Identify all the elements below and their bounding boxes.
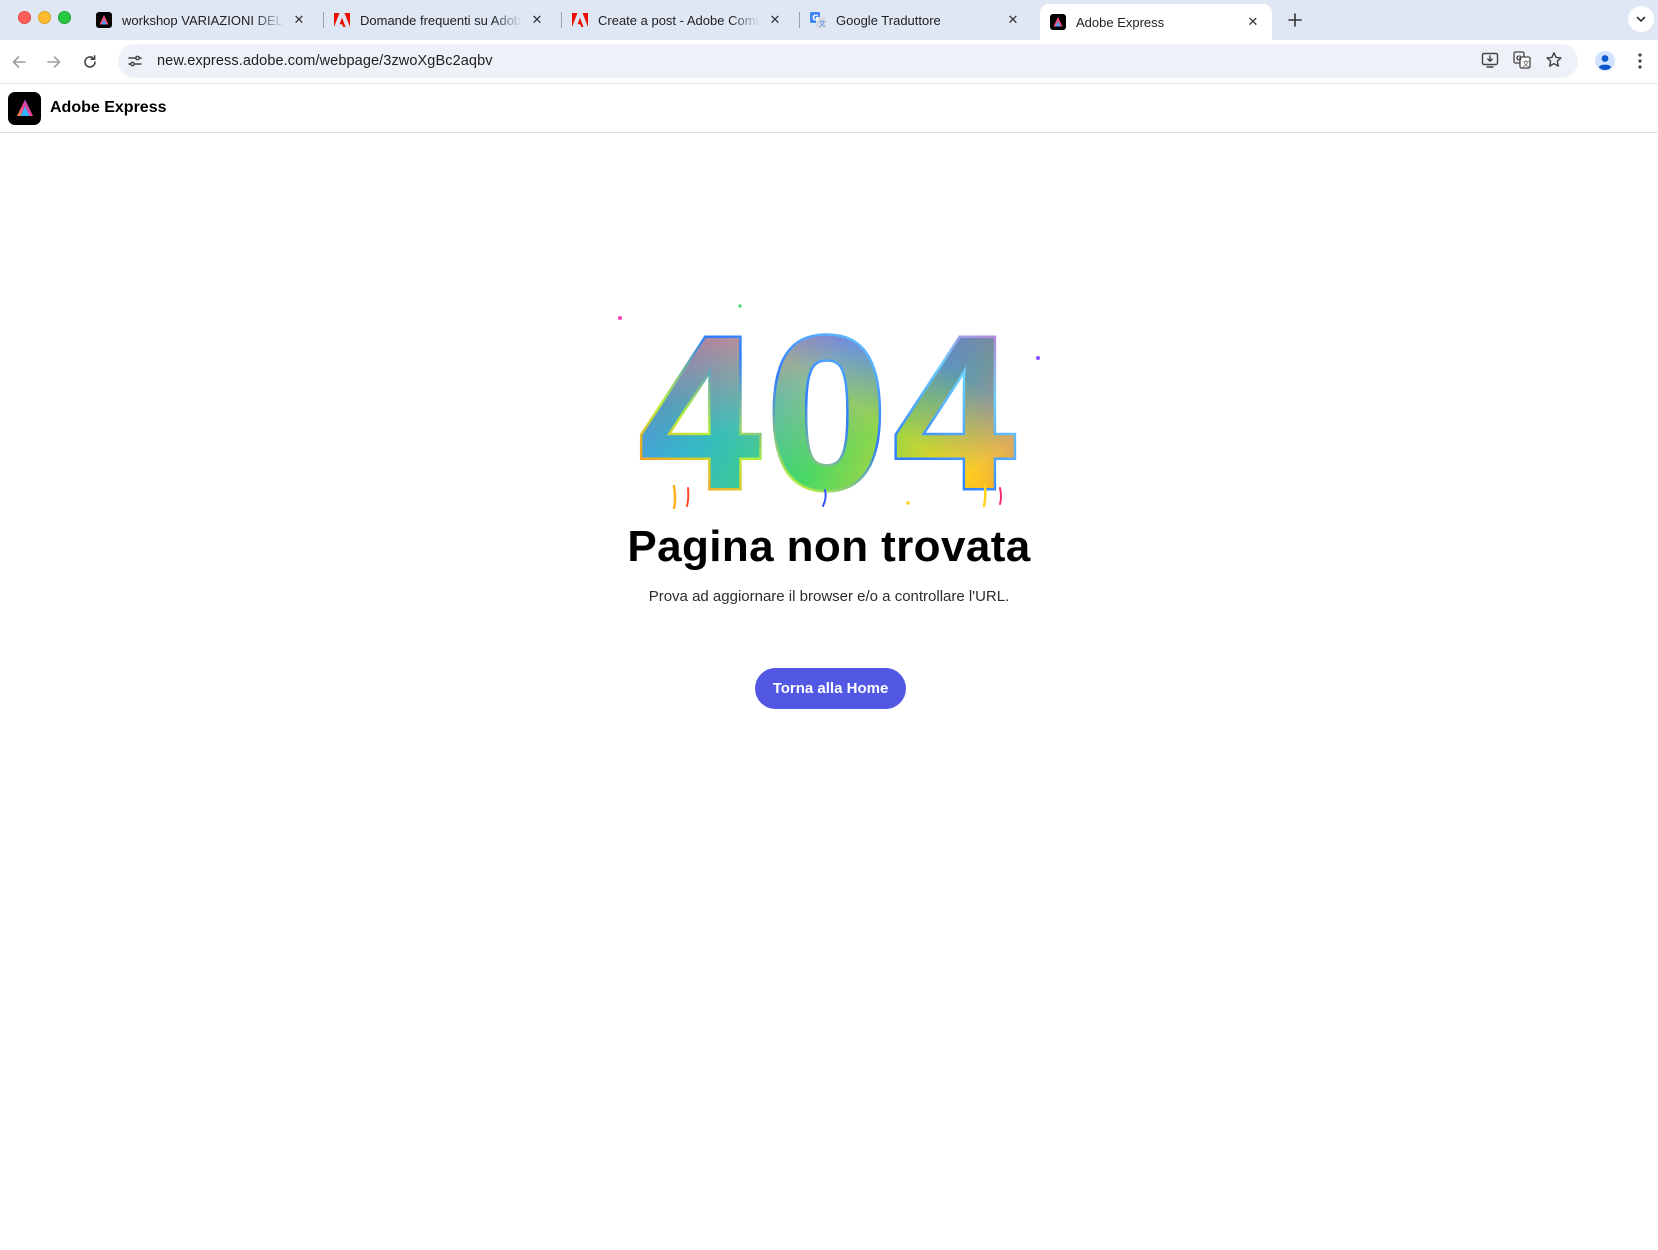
window-maximize-button[interactable] <box>58 11 71 24</box>
profile-avatar-icon[interactable] <box>1591 47 1619 75</box>
site-info-tune-icon[interactable] <box>120 46 150 76</box>
bookmark-star-icon[interactable] <box>1540 46 1568 74</box>
browser-tab-strip: workshop VARIAZIONI DEL PA ✕ Domande fre… <box>0 0 1658 40</box>
browser-menu-icon[interactable] <box>1627 47 1653 75</box>
svg-text:文: 文 <box>1522 59 1529 68</box>
browser-tab[interactable]: Create a post - Adobe Comm ✕ <box>562 4 794 36</box>
error-code-illustration: 404 404 <box>590 290 1070 538</box>
adobe-express-icon <box>1050 14 1066 30</box>
site-header: Adobe Express <box>0 84 1658 133</box>
window-minimize-button[interactable] <box>38 11 51 24</box>
tab-close-icon[interactable]: ✕ <box>766 11 784 29</box>
error-code-overlay: 404 <box>639 298 1021 520</box>
tab-search-chevron-down-icon[interactable] <box>1628 6 1654 32</box>
tab-close-icon[interactable]: ✕ <box>528 11 546 29</box>
tab-title: Google Traduttore <box>836 12 941 28</box>
reload-icon[interactable] <box>76 48 104 76</box>
adobe-icon <box>572 12 588 28</box>
page-title: Pagina non trovata <box>627 522 1031 571</box>
browser-tab-active[interactable]: Adobe Express ✕ <box>1040 4 1272 40</box>
tab-title: workshop VARIAZIONI DEL PA <box>122 12 284 28</box>
browser-tab[interactable]: Domande frequenti su Adobe ✕ <box>324 4 556 36</box>
svg-text:G: G <box>1516 55 1522 63</box>
back-home-button[interactable]: Torna alla Home <box>755 668 906 709</box>
browser-tab[interactable]: G文 Google Traduttore ✕ <box>800 4 1032 36</box>
google-translate-icon: G文 <box>810 12 826 28</box>
tab-title: Create a post - Adobe Comm <box>598 12 760 28</box>
svg-text:文: 文 <box>819 19 826 28</box>
adobe-express-icon <box>96 12 112 28</box>
tab-title: Adobe Express <box>1076 14 1165 30</box>
tab-close-icon[interactable]: ✕ <box>1244 13 1262 31</box>
tab-title: Domande frequenti su Adobe <box>360 12 522 28</box>
back-arrow-icon[interactable] <box>5 48 33 76</box>
browser-tab[interactable]: workshop VARIAZIONI DEL PA ✕ <box>86 4 318 36</box>
adobe-express-logo-icon <box>8 91 41 125</box>
error-message: Prova ad aggiornare il browser e/o a con… <box>648 588 1010 605</box>
url-text: new.express.adobe.com/webpage/3zwoXgBc2a… <box>157 53 493 69</box>
translate-page-icon[interactable]: G文 <box>1508 46 1536 74</box>
brand-name: Adobe Express <box>50 99 167 116</box>
tab-close-icon[interactable]: ✕ <box>290 11 308 29</box>
install-app-icon[interactable] <box>1476 46 1504 74</box>
address-bar[interactable]: new.express.adobe.com/webpage/3zwoXgBc2a… <box>118 44 1578 78</box>
forward-arrow-icon[interactable] <box>40 48 68 76</box>
browser-toolbar: new.express.adobe.com/webpage/3zwoXgBc2a… <box>0 40 1658 84</box>
brand-home-link[interactable]: Adobe Express <box>8 91 167 125</box>
tab-close-icon[interactable]: ✕ <box>1004 11 1022 29</box>
adobe-icon <box>334 12 350 28</box>
new-tab-plus-icon[interactable] <box>1282 7 1308 33</box>
window-close-button[interactable] <box>18 11 31 24</box>
